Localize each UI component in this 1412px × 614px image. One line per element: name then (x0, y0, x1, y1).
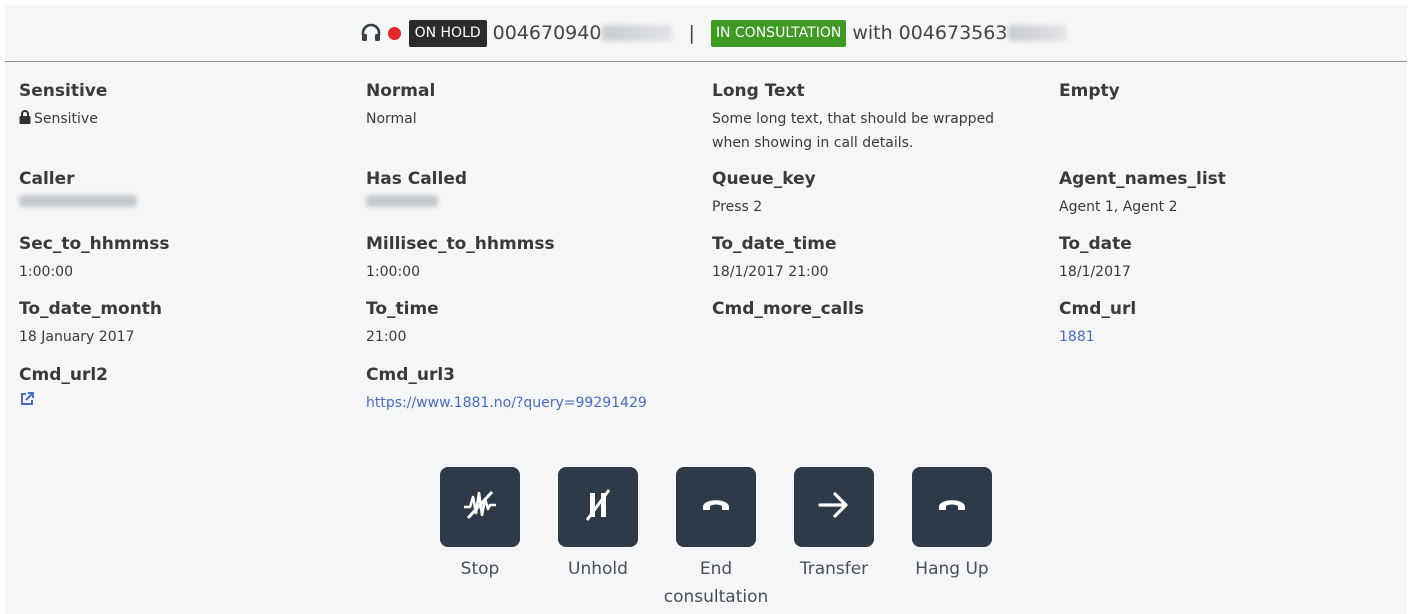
action-stop: Stop (421, 467, 539, 611)
detail-cmd-url: Cmd_url 1881 (1059, 299, 1136, 349)
stop-recording-icon (460, 485, 500, 529)
consultation-with-label: with (852, 22, 893, 44)
detail-label: Empty (1059, 81, 1120, 101)
arrow-right-icon (814, 485, 854, 529)
detail-has-called: Has Called (366, 169, 467, 211)
on-hold-number: 004670940 (492, 22, 602, 44)
detail-long-text: Long Text Some long text, that should be… (712, 81, 1022, 155)
detail-value: Some long text, that should be wrapped w… (712, 111, 995, 151)
detail-to-date: To_date 18/1/2017 (1059, 234, 1132, 284)
detail-value: 21:00 (366, 329, 407, 345)
transfer-button[interactable] (794, 467, 874, 547)
detail-queue-key: Queue_key Press 2 (712, 169, 816, 219)
detail-value: 1:00:00 (366, 264, 420, 280)
detail-value: Agent 1, Agent 2 (1059, 199, 1178, 215)
detail-cmd-more-calls: Cmd_more_calls (712, 299, 864, 325)
detail-label: Queue_key (712, 169, 816, 189)
detail-value (19, 391, 108, 415)
detail-value: 18/1/2017 21:00 (712, 264, 829, 280)
detail-value: 18 January 2017 (19, 329, 135, 345)
detail-to-date-time: To_date_time 18/1/2017 21:00 (712, 234, 837, 284)
lock-icon (19, 108, 31, 132)
in-consultation-badge: IN CONSULTATION (710, 19, 847, 47)
detail-label: Cmd_more_calls (712, 299, 864, 319)
headset-icon (360, 22, 382, 44)
detail-agent-names-list: Agent_names_list Agent 1, Agent 2 (1059, 169, 1226, 219)
detail-label: Normal (366, 81, 436, 101)
transfer-button-label: Transfer (799, 559, 869, 579)
detail-value: Normal (366, 111, 417, 127)
hang-up-button-label: Hang Up (915, 559, 989, 579)
detail-value: Sensitive (19, 107, 107, 132)
call-status-bar: ON HOLD 004670940 | IN CONSULTATION with… (5, 5, 1407, 62)
caller-redacted-value (19, 195, 137, 207)
detail-label: To_date (1059, 234, 1132, 254)
status-separator: | (688, 22, 695, 44)
detail-cmd-url2: Cmd_url2 (19, 365, 108, 415)
action-unhold: Unhold (539, 467, 657, 611)
detail-label: Has Called (366, 169, 468, 189)
cmd-url-link[interactable]: 1881 (1059, 325, 1136, 349)
call-actions: Stop Unhold End consultation Transfer Ha… (421, 467, 1011, 611)
detail-label: To_date_time (712, 234, 837, 254)
on-hold-badge: ON HOLD (408, 19, 487, 47)
action-end-consultation: End consultation (657, 467, 775, 611)
detail-label: Cmd_url3 (366, 365, 456, 385)
detail-value: Press 2 (712, 199, 763, 215)
detail-label: Millisec_to_hhmmss (366, 234, 555, 254)
detail-label: To_date_month (19, 299, 163, 319)
detail-cmd-url3: Cmd_url3 https://www.1881.no/?query=9929… (366, 365, 647, 415)
detail-value: 1:00:00 (19, 264, 73, 280)
cmd-url3-link[interactable]: https://www.1881.no/?query=99291429 (366, 391, 647, 415)
detail-label: Cmd_url2 (19, 365, 109, 385)
detail-to-time: To_time 21:00 (366, 299, 439, 349)
stop-button-label: Stop (460, 559, 500, 579)
detail-millisec-to-hhmmss: Millisec_to_hhmmss 1:00:00 (366, 234, 555, 284)
detail-label: Sensitive (19, 81, 108, 101)
detail-sec-to-hhmmss: Sec_to_hhmmss 1:00:00 (19, 234, 170, 284)
action-transfer: Transfer (775, 467, 893, 611)
detail-value: 18/1/2017 (1059, 264, 1131, 280)
detail-label: Sec_to_hhmmss (19, 234, 170, 254)
on-hold-number-redacted (602, 25, 673, 41)
detail-label: Agent_names_list (1059, 169, 1226, 189)
stop-button[interactable] (440, 467, 520, 547)
detail-label: Long Text (712, 81, 805, 101)
consultation-number: 004673563 (898, 22, 1008, 44)
detail-label: Caller (19, 169, 75, 189)
has-called-redacted-value (366, 195, 438, 207)
end-consultation-button[interactable] (676, 467, 756, 547)
unhold-button-label: Unhold (568, 559, 628, 579)
unhold-icon (578, 485, 618, 529)
external-link-icon[interactable] (19, 391, 35, 415)
detail-normal: Normal Normal (366, 81, 435, 131)
hang-up-button[interactable] (912, 467, 992, 547)
detail-sensitive: Sensitive Sensitive (19, 81, 107, 132)
action-hang-up: Hang Up (893, 467, 1011, 611)
hang-up-icon (932, 485, 972, 529)
detail-caller: Caller (19, 169, 137, 211)
end-consultation-button-label: End consultation (663, 559, 769, 607)
call-panel: ON HOLD 004670940 | IN CONSULTATION with… (5, 5, 1407, 614)
detail-empty: Empty (1059, 81, 1120, 107)
sensitive-value: Sensitive (34, 111, 98, 127)
end-call-icon (696, 485, 736, 529)
consultation-number-redacted (1008, 25, 1067, 41)
unhold-button[interactable] (558, 467, 638, 547)
detail-to-date-month: To_date_month 18 January 2017 (19, 299, 162, 349)
recording-indicator-icon (387, 26, 401, 40)
detail-label: Cmd_url (1059, 299, 1137, 319)
detail-label: To_time (366, 299, 439, 319)
